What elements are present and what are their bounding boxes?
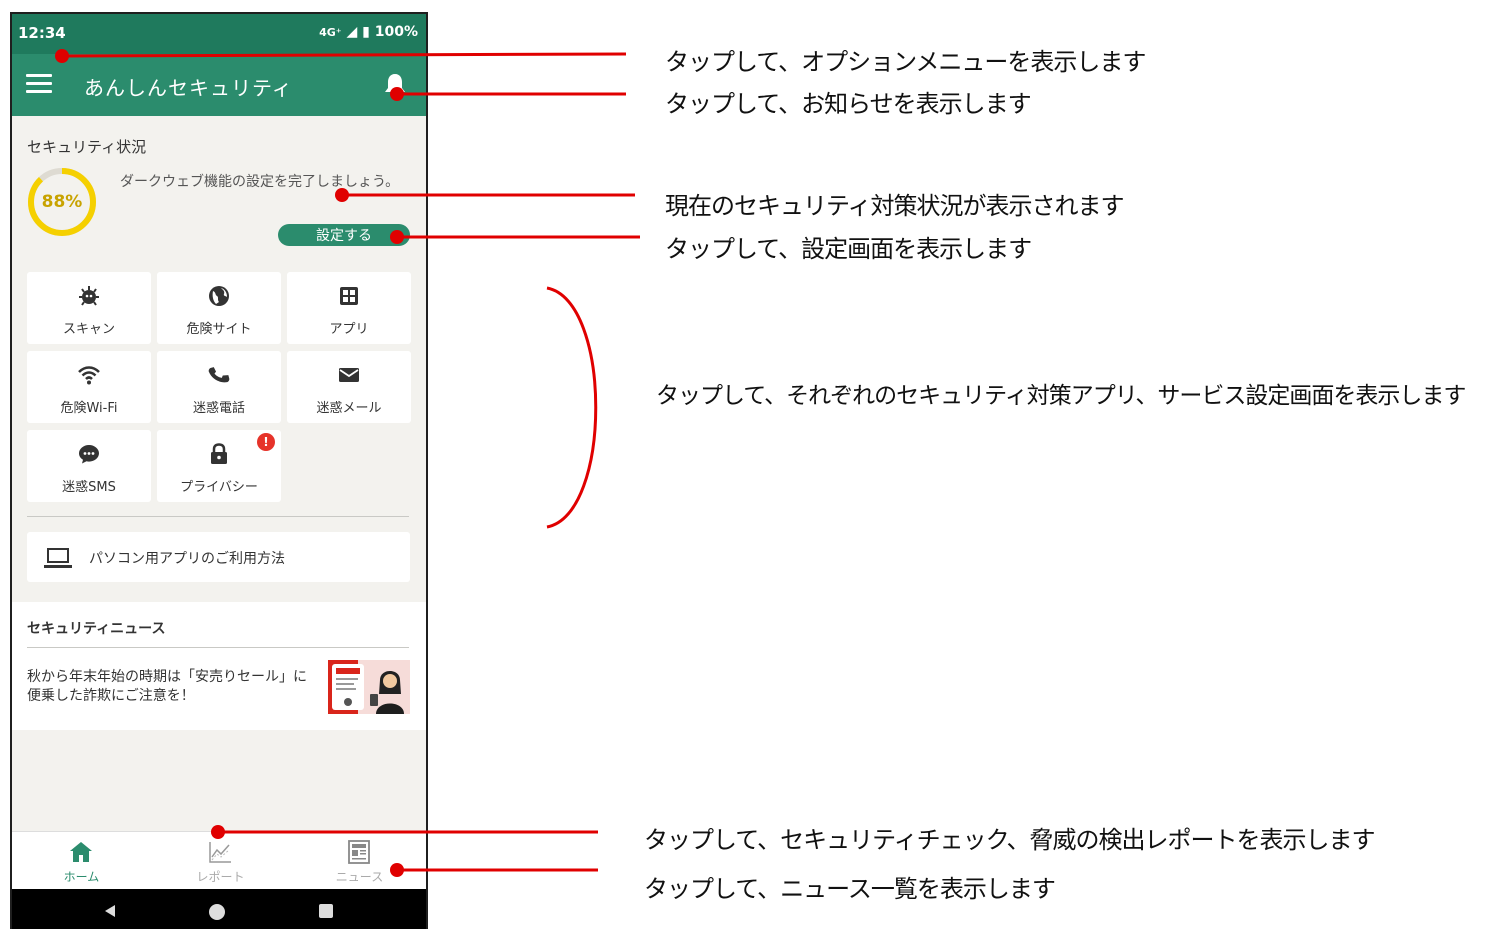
annotation-report: タップして、セキュリティチェック、脅威の検出レポートを表示します (644, 826, 1375, 854)
annotation-notifications: タップして、お知らせを表示します (665, 90, 1032, 118)
annotation-tiles: タップして、それぞれのセキュリティ対策アプリ、サービス設定画面を表示します (656, 383, 1466, 409)
annotation-security-status: 現在のセキュリティ対策状況が表示されます (665, 192, 1125, 220)
bracket (546, 286, 598, 529)
annotation-settings: タップして、設定画面を表示します (665, 235, 1032, 263)
annotation-overlay (55, 49, 640, 877)
annotation-options-menu: タップして、オプションメニューを表示します (665, 48, 1146, 76)
annotation-news-list: タップして、ニュース一覧を表示します (644, 875, 1056, 903)
